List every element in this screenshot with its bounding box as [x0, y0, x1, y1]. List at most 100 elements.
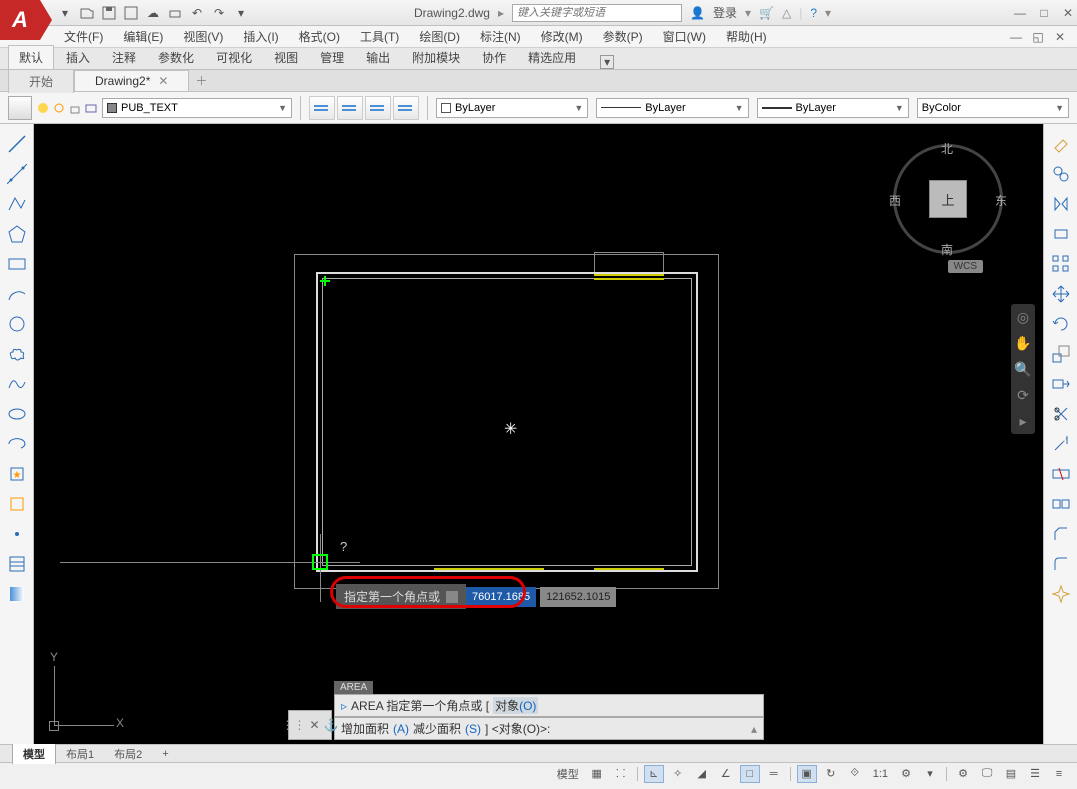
break-tool[interactable] [1049, 462, 1073, 486]
units-icon[interactable]: ▤ [1001, 765, 1021, 783]
chevron-up-icon[interactable]: ▴ [751, 722, 757, 736]
help-icon[interactable]: ? [810, 6, 817, 20]
ribbon-tab-annotate[interactable]: 注释 [102, 46, 146, 69]
spline-tool[interactable] [5, 372, 29, 396]
menu-format[interactable]: 格式(O) [291, 26, 348, 47]
insert-block-tool[interactable]: ★ [5, 462, 29, 486]
polyline-tool[interactable] [5, 192, 29, 216]
add-tab-button[interactable]: ＋ [189, 72, 213, 89]
search-input[interactable] [512, 4, 682, 22]
help-dropdown-icon[interactable]: ▾ [825, 6, 831, 20]
scale-tool[interactable] [1049, 342, 1073, 366]
annotation-icon[interactable]: ▾ [920, 765, 940, 783]
command-line[interactable]: ⋮⋮✕⚓ AREA ▹ AREA 指定第一个角点或 [ 对象(O) 增加面积(A… [334, 679, 764, 740]
qat-new-icon[interactable]: ▾ [56, 4, 74, 22]
menu-draw[interactable]: 绘图(D) [411, 26, 468, 47]
ribbon-tab-manage[interactable]: 管理 [310, 46, 354, 69]
ribbon-tab-featured[interactable]: 精选应用 [518, 46, 586, 69]
copy-tool[interactable] [1049, 162, 1073, 186]
polygon-tool[interactable] [5, 222, 29, 246]
erase-tool[interactable] [1049, 132, 1073, 156]
transparency-icon[interactable]: ▣ [797, 765, 817, 783]
sun-icon[interactable] [52, 101, 66, 115]
coord-x-input[interactable]: 76017.1685 [466, 587, 536, 607]
grid-icon[interactable]: ▦ [587, 765, 607, 783]
chamfer-tool[interactable] [1049, 522, 1073, 546]
add-layout-button[interactable]: + [152, 746, 178, 762]
polar-icon[interactable]: ✧ [668, 765, 688, 783]
viewcube[interactable]: 上 北 南 西 东 [893, 144, 1003, 254]
login-dropdown-icon[interactable]: ▾ [745, 6, 751, 20]
menu-dim[interactable]: 标注(N) [472, 26, 529, 47]
qat-plot-icon[interactable] [166, 4, 184, 22]
mirror-tool[interactable] [1049, 192, 1073, 216]
stretch-tool[interactable] [1049, 372, 1073, 396]
lock-icon[interactable] [68, 101, 82, 115]
menu-file[interactable]: 文件(F) [56, 26, 111, 47]
mdi-restore[interactable]: ◱ [1029, 29, 1047, 45]
layer-properties-button[interactable] [8, 96, 32, 120]
ribbon-tab-addins[interactable]: 附加模块 [402, 46, 470, 69]
file-tab-start[interactable]: 开始 [8, 69, 74, 93]
menu-modify[interactable]: 修改(M) [533, 26, 591, 47]
plot-icon[interactable] [84, 101, 98, 115]
plotstyle-dropdown[interactable]: ByColor ▼ [917, 98, 1069, 118]
layer-iso-button[interactable] [337, 96, 363, 120]
orbit-icon[interactable]: ⟳ [1014, 386, 1032, 404]
qat-saveas-icon[interactable] [122, 4, 140, 22]
coord-y-input[interactable]: 121652.1015 [540, 587, 616, 607]
layer-dropdown[interactable]: PUB_TEXT ▼ [102, 98, 292, 118]
workspace-icon[interactable]: ⚙ [953, 765, 973, 783]
layer-prev-button[interactable] [393, 96, 419, 120]
qat-more-icon[interactable]: ▾ [232, 4, 250, 22]
ribbon-tab-view[interactable]: 视图 [264, 46, 308, 69]
lineweight-icon[interactable]: ═ [764, 765, 784, 783]
extend-tool[interactable] [1049, 432, 1073, 456]
menu-insert[interactable]: 插入(I) [235, 26, 286, 47]
ribbon-tab-parametric[interactable]: 参数化 [148, 46, 204, 69]
rotate-tool[interactable] [1049, 312, 1073, 336]
minimize-button[interactable]: — [1011, 5, 1029, 21]
join-tool[interactable] [1049, 492, 1073, 516]
exchange-icon[interactable]: 🛒 [759, 6, 774, 20]
point-tool[interactable] [5, 522, 29, 546]
menu-window[interactable]: 窗口(W) [655, 26, 714, 47]
drawing-canvas[interactable]: 上 北 南 西 东 WCS ◎ ✋ 🔍 ⟳ ▸ ? ✳ 指定第一个角点 [34, 124, 1043, 744]
pan-icon[interactable]: ✋ [1014, 334, 1032, 352]
quick-properties-icon[interactable]: ☰ [1025, 765, 1045, 783]
arc-tool[interactable] [5, 282, 29, 306]
ellipse-arc-tool[interactable] [5, 432, 29, 456]
qat-open-icon[interactable] [78, 4, 96, 22]
login-link[interactable]: 登录 [713, 4, 737, 21]
doc-dropdown-icon[interactable]: ▸ [498, 6, 504, 20]
customize-icon[interactable]: ≡ [1049, 765, 1069, 783]
hatch-tool[interactable] [5, 552, 29, 576]
ribbon-tab-insert[interactable]: 插入 [56, 46, 100, 69]
mdi-minimize[interactable]: — [1007, 29, 1025, 45]
model-space-button[interactable]: 模型 [553, 766, 583, 782]
array-tool[interactable] [1049, 252, 1073, 276]
gear-icon[interactable]: ⚙ [896, 765, 916, 783]
layout-tab-layout2[interactable]: 布局2 [104, 744, 152, 764]
3dosnap-icon[interactable]: ⟐ [845, 765, 865, 783]
layout-tab-layout1[interactable]: 布局1 [56, 744, 104, 764]
share-icon[interactable]: △ [782, 6, 791, 20]
revcloud-tool[interactable] [5, 342, 29, 366]
gradient-tool[interactable] [5, 582, 29, 606]
line-tool[interactable] [5, 132, 29, 156]
layout-tab-model[interactable]: 模型 [12, 743, 56, 764]
monitor-icon[interactable]: 🖵 [977, 765, 997, 783]
lineweight-dropdown[interactable]: ByLayer ▼ [757, 98, 909, 118]
steering-wheel-icon[interactable]: ◎ [1014, 308, 1032, 326]
close-icon[interactable]: ✕ [158, 74, 168, 88]
selection-cycling-icon[interactable]: ↻ [821, 765, 841, 783]
menu-help[interactable]: 帮助(H) [718, 26, 775, 47]
qat-cloud-icon[interactable]: ☁ [144, 4, 162, 22]
ribbon-tab-visualize[interactable]: 可视化 [206, 46, 262, 69]
mdi-close[interactable]: ✕ [1051, 29, 1069, 45]
down-arrow-icon[interactable] [446, 591, 458, 603]
layer-state-button[interactable] [309, 96, 335, 120]
osnap-icon[interactable]: □ [740, 765, 760, 783]
annotation-scale[interactable]: 1:1 [869, 768, 892, 780]
wcs-label[interactable]: WCS [948, 260, 983, 273]
